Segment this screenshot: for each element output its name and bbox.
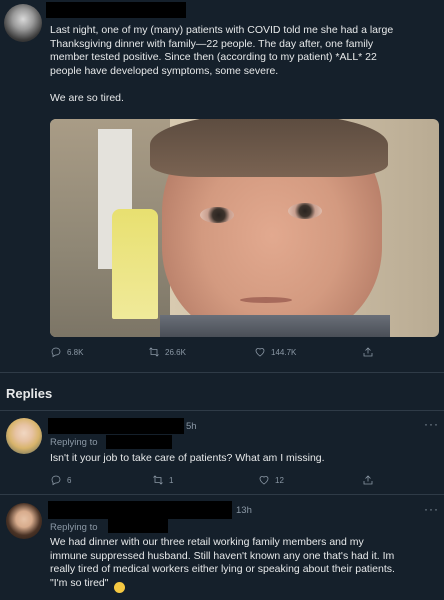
tweet-photo[interactable] (50, 119, 439, 337)
reply2-replying-to: Replying to (50, 522, 98, 533)
reply1-time[interactable]: 5h (186, 421, 197, 432)
like-count: 144.7K (271, 347, 297, 357)
reply1-avatar[interactable] (6, 418, 42, 454)
photo-yellow-gown (112, 209, 158, 319)
reply1-reply-action[interactable]: 6 (50, 474, 71, 486)
reply2-avatar[interactable] (6, 503, 42, 539)
reply1-text: Isn't it your job to take care of patien… (50, 452, 325, 464)
reply2-text-line: "I'm so tired" 😊 (50, 577, 442, 593)
photo-eye-left (200, 207, 234, 223)
photo-hair (150, 119, 388, 177)
reply2-text-line: We had dinner with our three retail work… (50, 536, 364, 548)
reply1-replying-to: Replying to (50, 437, 98, 448)
tweet-text-line: Thanksgiving dinner with family—22 peopl… (50, 37, 374, 50)
divider (0, 372, 444, 373)
replies-heading: Replies (6, 386, 53, 401)
reply2-time[interactable]: 13h (236, 505, 252, 516)
retweet-icon (153, 475, 163, 485)
photo-collar (160, 315, 390, 337)
share-action[interactable] (362, 346, 374, 358)
reply1-name-redacted[interactable] (48, 418, 184, 434)
reply2-text-line: really tired of medical workers either l… (50, 563, 395, 575)
reply-icon (51, 475, 61, 486)
reply2-handle-redacted[interactable] (108, 519, 168, 533)
tweet-text-line: member tested positive. Since then (acco… (50, 51, 377, 63)
reply2-text: We had dinner with our three retail work… (50, 536, 442, 593)
reply1-like-count: 12 (275, 475, 284, 485)
divider (0, 410, 444, 411)
divider (0, 494, 444, 495)
tweet-text-line: people have developed symptoms, some sev… (50, 64, 279, 77)
reply2-name-redacted[interactable] (48, 501, 232, 519)
share-icon (363, 475, 373, 485)
retweet-count: 26.6K (165, 347, 186, 357)
smile-emoji-icon: 😊 (114, 581, 126, 593)
photo-mouth (240, 297, 292, 303)
author-avatar[interactable] (4, 4, 42, 42)
retweet-icon (149, 347, 159, 357)
reply1-retweet-count: 1 (169, 475, 174, 485)
like-action[interactable]: 144.7K (254, 346, 296, 358)
reply2-text-line: immune suppressed husband. Still haven't… (50, 549, 395, 562)
reply1-retweet-action[interactable]: 1 (152, 474, 173, 486)
reply2-more-icon[interactable]: ··· (424, 502, 439, 516)
share-icon (363, 347, 373, 357)
heart-icon (255, 348, 265, 357)
reply-count: 6.8K (67, 347, 84, 357)
heart-icon (259, 476, 269, 485)
tweet-text: Last night, one of my (many) patients wi… (50, 24, 442, 106)
author-name-redacted[interactable] (46, 2, 186, 18)
reply1-more-icon[interactable]: ··· (424, 417, 439, 431)
tweet-text-line: Last night, one of my (many) patients wi… (50, 24, 394, 36)
reply-action[interactable]: 6.8K (50, 346, 83, 358)
tweet-text-line: We are so tired. (50, 92, 124, 104)
retweet-action[interactable]: 26.6K (148, 346, 186, 358)
reply2-quote: "I'm so tired" (50, 576, 109, 589)
reply-icon (51, 347, 61, 358)
reply1-like-action[interactable]: 12 (258, 474, 284, 486)
reply1-reply-count: 6 (67, 475, 72, 485)
reply1-share-action[interactable] (362, 474, 374, 486)
reply1-handle-redacted[interactable] (106, 435, 172, 449)
photo-eye-right (288, 203, 322, 219)
